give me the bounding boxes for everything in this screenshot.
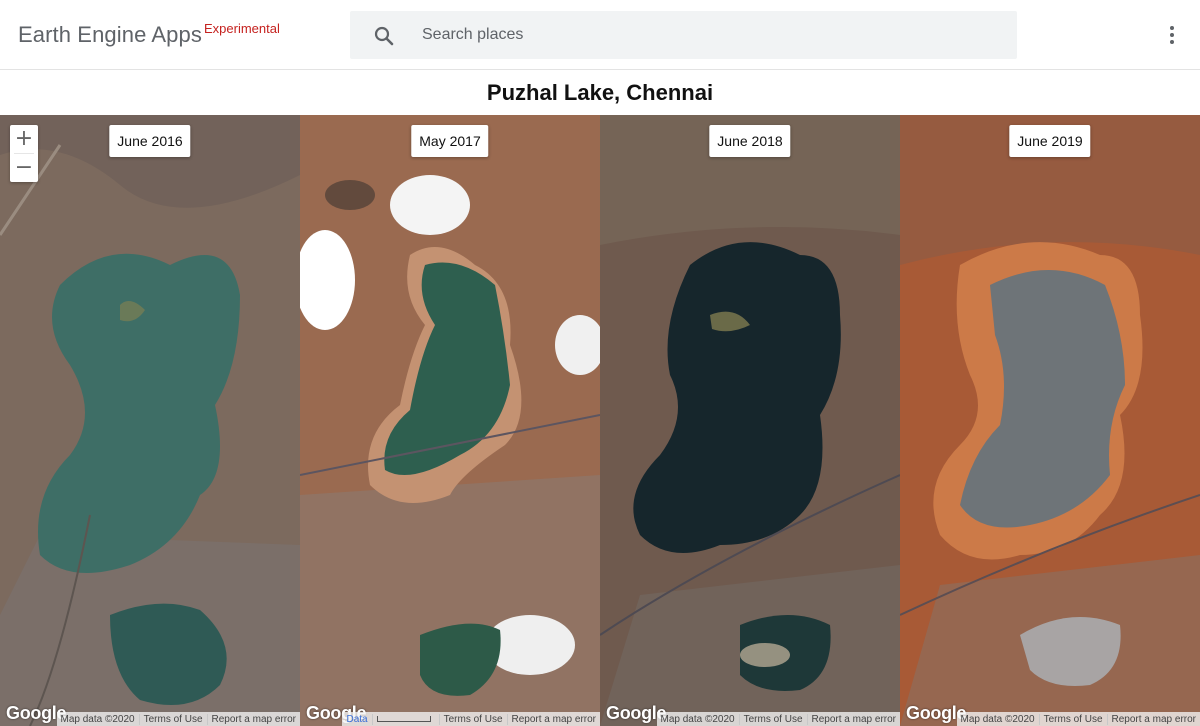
map-attribution: Data Terms of Use Report a map error bbox=[342, 712, 600, 726]
satellite-map[interactable] bbox=[900, 115, 1200, 726]
map-data-text: Map data ©2020 bbox=[960, 713, 1035, 725]
data-link[interactable]: Data bbox=[342, 714, 371, 725]
map-panel-2017[interactable]: May 2017 Google Data Terms of Use Report… bbox=[300, 115, 600, 726]
map-footer: Google Map data ©2020 Terms of Use Repor… bbox=[900, 703, 1200, 726]
map-footer: Google Map data ©2020 Terms of Use Repor… bbox=[600, 703, 900, 726]
zoom-out-button[interactable]: − bbox=[10, 154, 38, 182]
search-bar bbox=[350, 11, 1017, 59]
map-scale bbox=[371, 713, 439, 725]
map-attribution: Map data ©2020 Terms of Use Report a map… bbox=[656, 712, 900, 726]
more-vert-icon[interactable] bbox=[1160, 23, 1184, 47]
app-brand[interactable]: Earth Engine Apps bbox=[18, 22, 202, 48]
terms-link[interactable]: Terms of Use bbox=[738, 713, 807, 725]
page-title: Puzhal Lake, Chennai bbox=[486, 80, 714, 105]
map-attribution: Map data ©2020 Terms of Use Report a map… bbox=[56, 712, 300, 726]
app-header: Earth Engine Apps Experimental bbox=[0, 0, 1200, 70]
search-input[interactable] bbox=[422, 11, 1002, 59]
experimental-tag: Experimental bbox=[204, 21, 280, 36]
date-label: May 2017 bbox=[411, 125, 489, 157]
date-label: June 2016 bbox=[109, 125, 191, 157]
map-panel-2016[interactable]: + − June 2016 Google Map data ©2020 Term… bbox=[0, 115, 300, 726]
map-panel-2019[interactable]: June 2019 Google Map data ©2020 Terms of… bbox=[900, 115, 1200, 726]
report-error-link[interactable]: Report a map error bbox=[1106, 713, 1200, 725]
terms-link[interactable]: Terms of Use bbox=[438, 713, 507, 725]
date-label: June 2019 bbox=[1009, 125, 1091, 157]
terms-link[interactable]: Terms of Use bbox=[138, 713, 207, 725]
map-panel-2018[interactable]: June 2018 Google Map data ©2020 Terms of… bbox=[600, 115, 900, 726]
map-footer: Google Data Terms of Use Report a map er… bbox=[300, 703, 600, 726]
report-error-link[interactable]: Report a map error bbox=[506, 713, 600, 725]
terms-link[interactable]: Terms of Use bbox=[1038, 713, 1107, 725]
map-data-text: Map data ©2020 bbox=[60, 713, 135, 725]
satellite-map[interactable] bbox=[300, 115, 600, 726]
date-label: June 2018 bbox=[709, 125, 791, 157]
report-error-link[interactable]: Report a map error bbox=[206, 713, 300, 725]
search-icon[interactable] bbox=[372, 24, 396, 48]
zoom-control: + − bbox=[10, 125, 38, 182]
satellite-map[interactable] bbox=[0, 115, 300, 726]
map-footer: Google Map data ©2020 Terms of Use Repor… bbox=[0, 703, 300, 726]
map-panels: + − June 2016 Google Map data ©2020 Term… bbox=[0, 115, 1200, 726]
report-error-link[interactable]: Report a map error bbox=[806, 713, 900, 725]
satellite-map[interactable] bbox=[600, 115, 900, 726]
zoom-in-button[interactable]: + bbox=[10, 125, 38, 153]
map-data-text: Map data ©2020 bbox=[660, 713, 735, 725]
map-attribution: Map data ©2020 Terms of Use Report a map… bbox=[956, 712, 1200, 726]
